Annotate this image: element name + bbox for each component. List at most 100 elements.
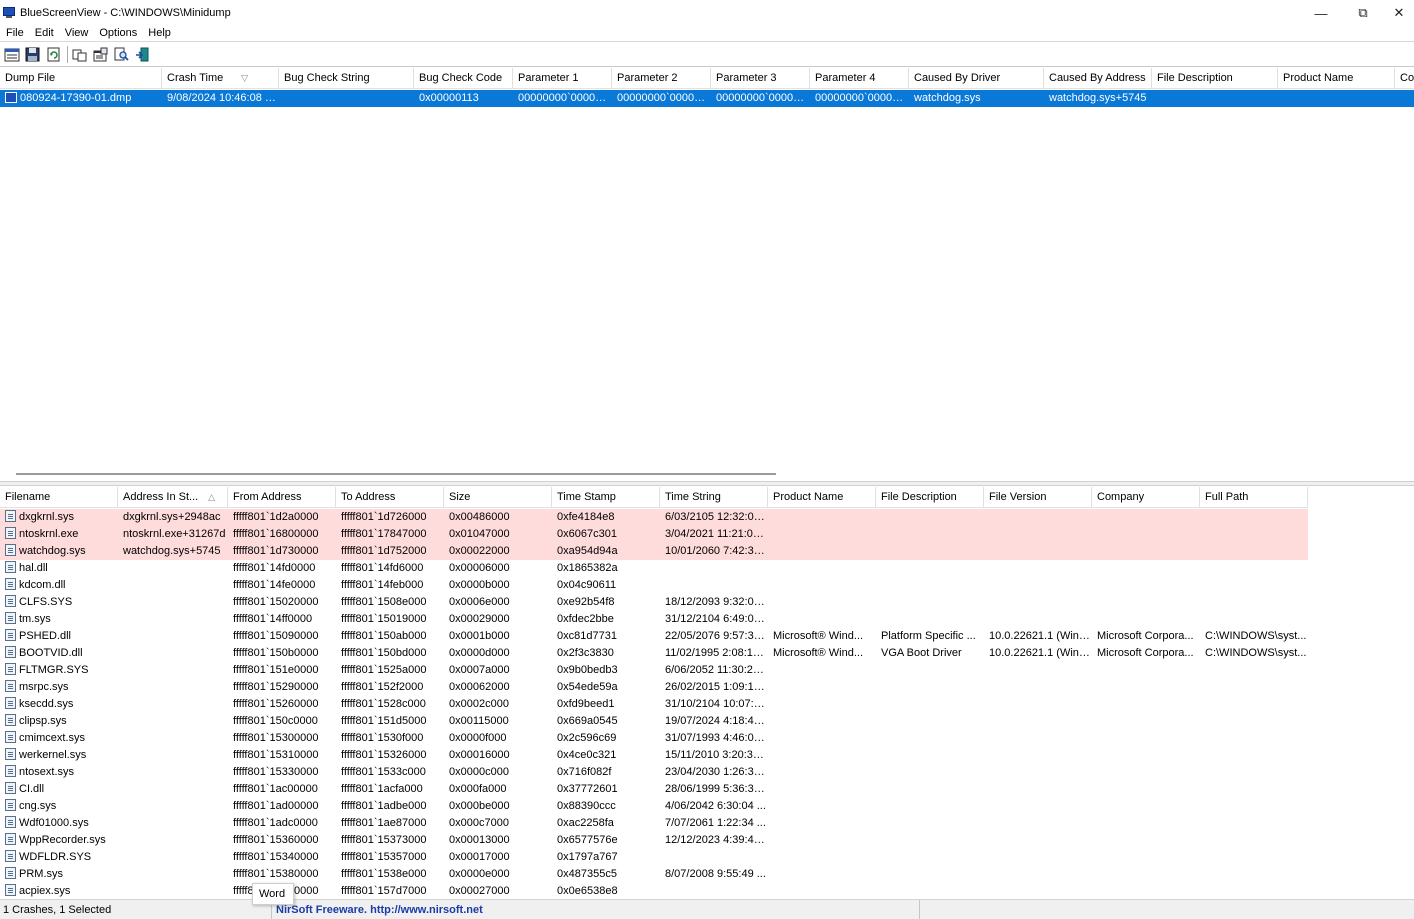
column-header-bug-check-code[interactable]: Bug Check Code: [414, 68, 513, 89]
module-row[interactable]: ksecdd.sys fffff801`15260000 fffff801`1528…: [0, 696, 1414, 713]
cell-time-stamp: 0x1797a767: [552, 849, 660, 866]
menu-edit[interactable]: Edit: [30, 27, 59, 39]
cell-co: [1395, 90, 1414, 107]
column-header-parameter-3[interactable]: Parameter 3: [711, 68, 810, 89]
cell-text: cmimcext.sys: [19, 732, 85, 744]
column-header-company[interactable]: Company: [1092, 487, 1200, 508]
cell-text: fffff801`15290000: [233, 681, 319, 693]
module-row[interactable]: Wdf01000.sys fffff801`1adc0000 fffff801`1a…: [0, 815, 1414, 832]
module-row[interactable]: ntosext.sys fffff801`15330000 fffff801`153…: [0, 764, 1414, 781]
cell-product-name: [768, 662, 876, 679]
cell-text: watchdog.sys: [914, 92, 981, 104]
save-button[interactable]: [23, 45, 42, 64]
properties-button[interactable]: [91, 45, 110, 64]
html-report-button[interactable]: [2, 45, 21, 64]
module-row[interactable]: BOOTVID.dll fffff801`150b0000 fffff801`150…: [0, 645, 1414, 662]
refresh-button[interactable]: [44, 45, 63, 64]
menu-options[interactable]: Options: [94, 27, 142, 39]
module-row[interactable]: werkernel.sys fffff801`15310000 fffff801`1…: [0, 747, 1414, 764]
module-row-crash-related[interactable]: watchdog.sys watchdog.sys+5745 fffff801`1d…: [0, 543, 1414, 560]
cell-address-in-st: [118, 798, 228, 815]
column-header-to-address[interactable]: To Address: [336, 487, 444, 508]
column-header-file-version[interactable]: File Version: [984, 487, 1092, 508]
scrollbar-thumb[interactable]: [16, 473, 776, 475]
cell-to-address: fffff801`157d7000: [336, 883, 444, 899]
cell-size: 0x0002c000: [444, 696, 552, 713]
minimize-button[interactable]: —: [1300, 0, 1342, 26]
status-freeware-link[interactable]: NirSoft Freeware. http://www.nirsoft.net: [272, 899, 920, 919]
module-row[interactable]: WppRecorder.sys fffff801`15360000 fffff801…: [0, 832, 1414, 849]
cell-text: CI.dll: [19, 783, 45, 795]
module-row[interactable]: acpiex.sysfffff801`157b0000fffff801`157d…: [0, 883, 1414, 899]
module-row[interactable]: CI.dll fffff801`1ac00000 fffff801`1acfa000…: [0, 781, 1414, 798]
module-row-crash-related[interactable]: ntoskrnl.exe ntoskrnl.exe+31267d fffff801`…: [0, 526, 1414, 543]
column-header-caused-by-driver[interactable]: Caused By Driver: [909, 68, 1044, 89]
column-header-filename[interactable]: Filename: [0, 487, 118, 508]
menu-file[interactable]: File: [1, 27, 29, 39]
module-row[interactable]: WDFLDR.SYS fffff801`15340000 fffff801`1535…: [0, 849, 1414, 866]
cell-text: fffff801`1ad00000: [233, 800, 319, 812]
column-header-time-stamp[interactable]: Time Stamp: [552, 487, 660, 508]
cell-filename: hal.dll: [0, 560, 118, 577]
module-row[interactable]: CLFS.SYS fffff801`15020000 fffff801`1508e0…: [0, 594, 1414, 611]
menu-view[interactable]: View: [60, 27, 94, 39]
cell-text: 0x00013000: [449, 834, 510, 846]
cell-text: fffff801`151d5000: [341, 715, 427, 727]
column-header-file-description[interactable]: File Description: [1152, 68, 1278, 89]
cell-to-address: fffff801`14feb000: [336, 577, 444, 594]
close-button[interactable]: ✕: [1384, 0, 1414, 26]
column-header-address-in-st[interactable]: Address In St... △: [118, 487, 228, 508]
module-row[interactable]: cng.sys fffff801`1ad00000 fffff801`1adbe00…: [0, 798, 1414, 815]
module-row[interactable]: PSHED.dll fffff801`15090000 fffff801`150ab…: [0, 628, 1414, 645]
dump-table-row[interactable]: 080924-17390-01.dmp 9/08/2024 10:46:08 PM…: [0, 90, 1414, 107]
column-header-parameter-1[interactable]: Parameter 1: [513, 68, 612, 89]
find-button[interactable]: [112, 45, 131, 64]
cell-product-name: [768, 713, 876, 730]
cell-text: PRM.sys: [19, 868, 63, 880]
column-header-product-name[interactable]: Product Name: [768, 487, 876, 508]
copy-button[interactable]: [70, 45, 89, 64]
dump-list-horizontal-scrollbar[interactable]: [0, 467, 1414, 481]
nirsoft-link[interactable]: NirSoft Freeware. http://www.nirsoft.net: [276, 904, 483, 916]
column-header-parameter-2[interactable]: Parameter 2: [612, 68, 711, 89]
cell-text: 0x88390ccc: [557, 800, 616, 812]
column-header-file-description[interactable]: File Description: [876, 487, 984, 508]
module-list[interactable]: Filename Address In St... △ From Address To …: [0, 487, 1414, 899]
module-row[interactable]: hal.dll fffff801`14fd0000 fffff801`14fd600…: [0, 560, 1414, 577]
cell-time-stamp: 0xfdec2bbe: [552, 611, 660, 628]
module-row[interactable]: cmimcext.sys fffff801`15300000 fffff801`15…: [0, 730, 1414, 747]
pane-splitter[interactable]: [0, 481, 1414, 486]
column-header-size[interactable]: Size: [444, 487, 552, 508]
restore-button[interactable]: ⧉: [1342, 0, 1384, 26]
exit-button[interactable]: [133, 45, 152, 64]
module-row[interactable]: tm.sys fffff801`14ff0000 fffff801`15019000…: [0, 611, 1414, 628]
module-row[interactable]: FLTMGR.SYS fffff801`151e0000 fffff801`1525…: [0, 662, 1414, 679]
menu-help[interactable]: Help: [143, 27, 176, 39]
module-row[interactable]: msrpc.sys fffff801`15290000 fffff801`152f2…: [0, 679, 1414, 696]
module-row[interactable]: kdcom.dll fffff801`14fe0000 fffff801`14feb…: [0, 577, 1414, 594]
dump-file-list[interactable]: Dump File Crash Time ▽ Bug Check String Bug …: [0, 68, 1414, 467]
column-header-dump-file[interactable]: Dump File: [0, 68, 162, 89]
cell-text: BOOTVID.dll: [19, 647, 83, 659]
module-row[interactable]: PRM.sys fffff801`15380000 fffff801`1538e00…: [0, 866, 1414, 883]
cell-to-address: fffff801`15326000: [336, 747, 444, 764]
column-header-crash-time[interactable]: Crash Time ▽: [162, 68, 279, 89]
driver-file-icon: [5, 578, 16, 590]
module-row[interactable]: clipsp.sys fffff801`150c0000 fffff801`151d…: [0, 713, 1414, 730]
column-header-label: Address In St...: [123, 491, 199, 503]
column-header-from-address[interactable]: From Address: [228, 487, 336, 508]
column-header-co[interactable]: Co: [1395, 68, 1414, 89]
cell-time-stamp: 0x2c596c69: [552, 730, 660, 747]
column-header-full-path[interactable]: Full Path: [1200, 487, 1308, 508]
module-row-crash-related[interactable]: dxgkrnl.sys dxgkrnl.sys+2948ac fffff801`1d…: [0, 509, 1414, 526]
cell-text: Microsoft® Wind...: [773, 647, 864, 659]
column-header-product-name[interactable]: Product Name: [1278, 68, 1395, 89]
column-header-bug-check-string[interactable]: Bug Check String: [279, 68, 414, 89]
column-header-parameter-4[interactable]: Parameter 4: [810, 68, 909, 89]
cell-product-name: [768, 594, 876, 611]
column-header-time-string[interactable]: Time String: [660, 487, 768, 508]
cell-text: werkernel.sys: [19, 749, 87, 761]
column-header-label: Parameter 4: [815, 72, 876, 84]
column-header-caused-by-address[interactable]: Caused By Address: [1044, 68, 1152, 89]
cell-text: 6/06/2052 11:30:27...: [665, 664, 768, 676]
